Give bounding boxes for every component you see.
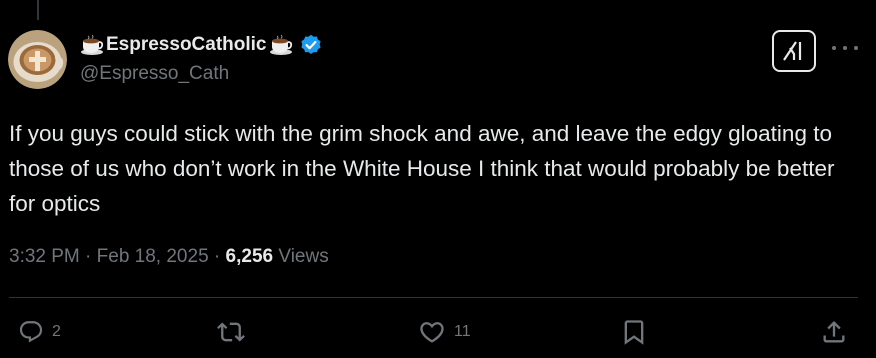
grok-button[interactable] [772, 30, 816, 72]
thread-connector-line [37, 0, 39, 20]
share-button[interactable] [820, 318, 848, 346]
coffee-cup-icon [269, 33, 293, 57]
meta-separator: · [79, 246, 97, 267]
retweet-icon [217, 322, 245, 342]
more-dot [843, 46, 847, 50]
heart-icon [420, 322, 444, 343]
author-display-name[interactable]: EspressoCatholic [106, 34, 267, 56]
more-dot [832, 46, 836, 50]
reply-count: 2 [52, 323, 61, 340]
meta-separator: · [208, 246, 226, 267]
author-handle[interactable]: @Espresso_Cath [80, 63, 229, 85]
tweet-metadata: 3:32 PM · Feb 18, 2025 · 6,256 Views [9, 246, 329, 268]
retweet-button[interactable] [216, 318, 254, 346]
bookmark-icon [624, 320, 644, 345]
reply-icon [19, 321, 43, 343]
like-count: 11 [454, 323, 471, 340]
like-button[interactable]: 11 [418, 318, 471, 346]
verified-badge-icon[interactable] [300, 34, 322, 56]
avatar[interactable] [8, 30, 67, 89]
tweet-date[interactable]: Feb 18, 2025 [97, 246, 209, 268]
grok-icon [783, 41, 802, 61]
coffee-cup-icon [80, 33, 104, 57]
divider [9, 297, 858, 298]
author-name-row[interactable]: EspressoCatholic [80, 32, 322, 58]
avatar-image [8, 30, 67, 89]
bookmark-button[interactable] [620, 318, 648, 346]
share-icon [823, 321, 845, 343]
views-label: Views [278, 246, 329, 267]
tweet-text: If you guys could stick with the grim sh… [9, 121, 835, 216]
views-count: 6,256 [225, 246, 274, 267]
reply-button[interactable]: 2 [18, 318, 61, 346]
more-dot [854, 46, 858, 50]
more-options-button[interactable] [832, 38, 858, 58]
tweet-time[interactable]: 3:32 PM [9, 246, 80, 268]
